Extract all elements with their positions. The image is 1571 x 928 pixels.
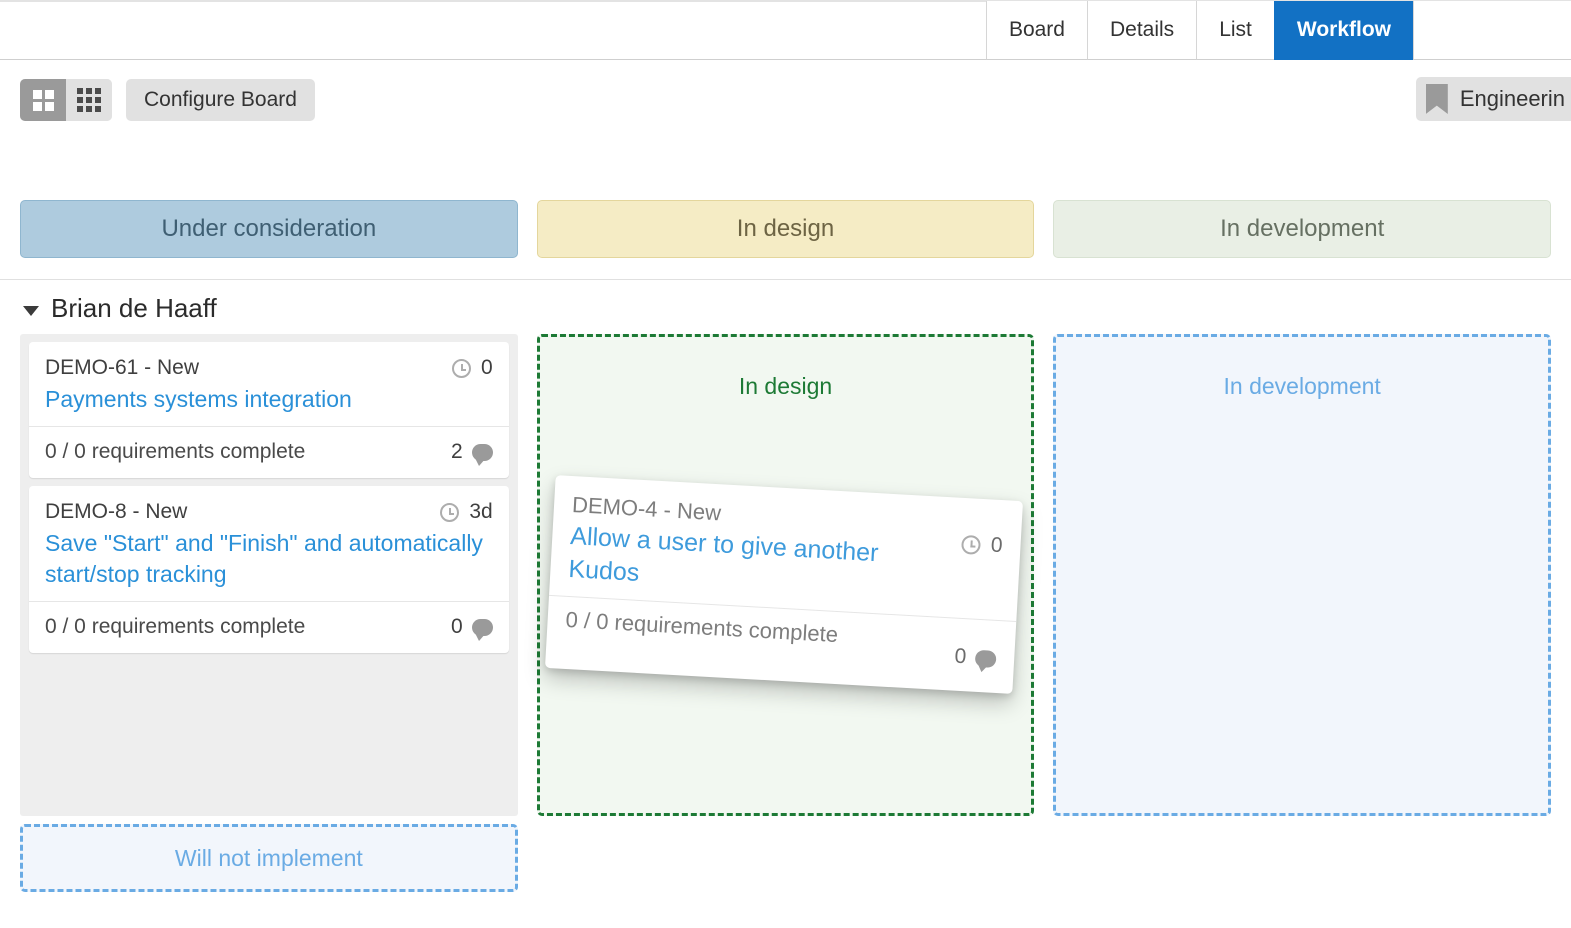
card-estimate: 0 [442, 356, 493, 380]
card-title[interactable]: Payments systems integration [45, 384, 493, 414]
chevron-down-icon [23, 305, 39, 316]
column-header-in-design[interactable]: In design [536, 200, 1035, 258]
comment-count-group[interactable]: 0 [954, 629, 998, 671]
comment-count: 2 [450, 440, 463, 464]
bookmark-icon [1425, 84, 1448, 114]
card-title[interactable]: Save "Start" and "Finish" and automatica… [45, 528, 493, 589]
workspace-chip[interactable]: Engineerin [1415, 77, 1571, 121]
card-footer: 0 / 0 requirements complete 2 [29, 426, 509, 478]
estimate-value: 3d [469, 500, 493, 524]
requirements-status: 0 / 0 requirements complete [45, 440, 306, 464]
board-toolbar: Configure Board Engineerin [0, 60, 1571, 257]
comment-count-group[interactable]: 2 [450, 440, 493, 466]
tab-bar-spacer [1413, 1, 1571, 60]
card-top: DEMO-8 - New 3d Save "Start" and "Finish… [29, 486, 509, 601]
swimlane-columns: DEMO-61 - New 0 Payments systems integra… [0, 334, 1571, 892]
view-toggle-small-cards[interactable] [66, 79, 112, 121]
lane-under-consideration: DEMO-61 - New 0 Payments systems integra… [20, 334, 518, 892]
tab-details[interactable]: Details [1086, 1, 1197, 60]
comment-bubble-icon [471, 443, 493, 466]
requirements-status: 0 / 0 requirements complete [564, 606, 839, 648]
comment-bubble-icon [974, 649, 997, 668]
dragging-card-demo-4[interactable]: DEMO-4 - New Allow a user to give anothe… [544, 475, 1023, 694]
grid-2x2-icon [32, 89, 54, 111]
estimate-value: 0 [480, 356, 493, 379]
card-footer: 0 / 0 requirements complete 0 [29, 601, 509, 653]
comment-count: 0 [953, 644, 967, 669]
tab-list: Board Details List Workflow [985, 1, 1571, 60]
tab-list[interactable]: List [1196, 1, 1274, 60]
column-header-in-development[interactable]: In development [1053, 200, 1552, 258]
clock-icon [960, 534, 982, 555]
clock-icon [451, 358, 471, 378]
card-id: DEMO-61 - New [45, 356, 200, 379]
lane-body-under-consideration[interactable]: DEMO-61 - New 0 Payments systems integra… [20, 334, 518, 816]
top-tab-bar: Board Details List Workflow [0, 0, 1571, 60]
card-meta-row: DEMO-61 - New 0 [45, 356, 493, 380]
grid-3x3-icon [77, 88, 101, 112]
configure-board-button[interactable]: Configure Board [126, 79, 315, 121]
view-toggle-group [20, 79, 112, 121]
card-meta-row: DEMO-8 - New 3d [45, 500, 493, 524]
card-top: DEMO-61 - New 0 Payments systems integra… [29, 342, 509, 426]
comment-count-group[interactable]: 0 [450, 615, 493, 641]
view-toggle-large-cards[interactable] [20, 79, 66, 121]
dropzone-will-not-implement[interactable]: Will not implement [20, 824, 518, 892]
tab-workflow[interactable]: Workflow [1273, 1, 1413, 60]
comment-bubble-icon [471, 618, 493, 641]
card-demo-61[interactable]: DEMO-61 - New 0 Payments systems integra… [29, 342, 509, 479]
lane-in-development: In development [1053, 334, 1552, 816]
dropzone-label: Will not implement [174, 844, 363, 871]
card-estimate: 0 [951, 513, 1004, 558]
tab-board[interactable]: Board [985, 1, 1087, 60]
lane-in-design: In design DEMO-4 - New Allow a user to g… [536, 334, 1035, 816]
comment-count: 0 [450, 615, 463, 639]
clock-icon [440, 502, 460, 522]
card-estimate: 3d [430, 500, 493, 524]
dropzone-in-development[interactable]: In development [1053, 334, 1552, 816]
swimlane-header-brian-de-haaff[interactable]: Brian de Haaff [0, 280, 1571, 334]
swimlane-label: Brian de Haaff [51, 293, 217, 323]
column-header-row: Under consideration In design In develop… [0, 200, 1571, 258]
card-id: DEMO-8 - New [45, 500, 188, 524]
dropzone-label: In development [1223, 373, 1381, 399]
card-meta-row: DEMO-4 - New Allow a user to give anothe… [567, 492, 1004, 610]
workflow-board: Under consideration In design In develop… [0, 200, 1571, 892]
card-demo-8[interactable]: DEMO-8 - New 3d Save "Start" and "Finish… [29, 486, 509, 654]
workspace-label: Engineerin [1459, 86, 1565, 111]
column-header-under-consideration[interactable]: Under consideration [20, 200, 518, 258]
requirements-status: 0 / 0 requirements complete [45, 615, 306, 639]
toolbar-primary-row: Configure Board [20, 79, 315, 121]
estimate-value: 0 [989, 533, 1003, 558]
